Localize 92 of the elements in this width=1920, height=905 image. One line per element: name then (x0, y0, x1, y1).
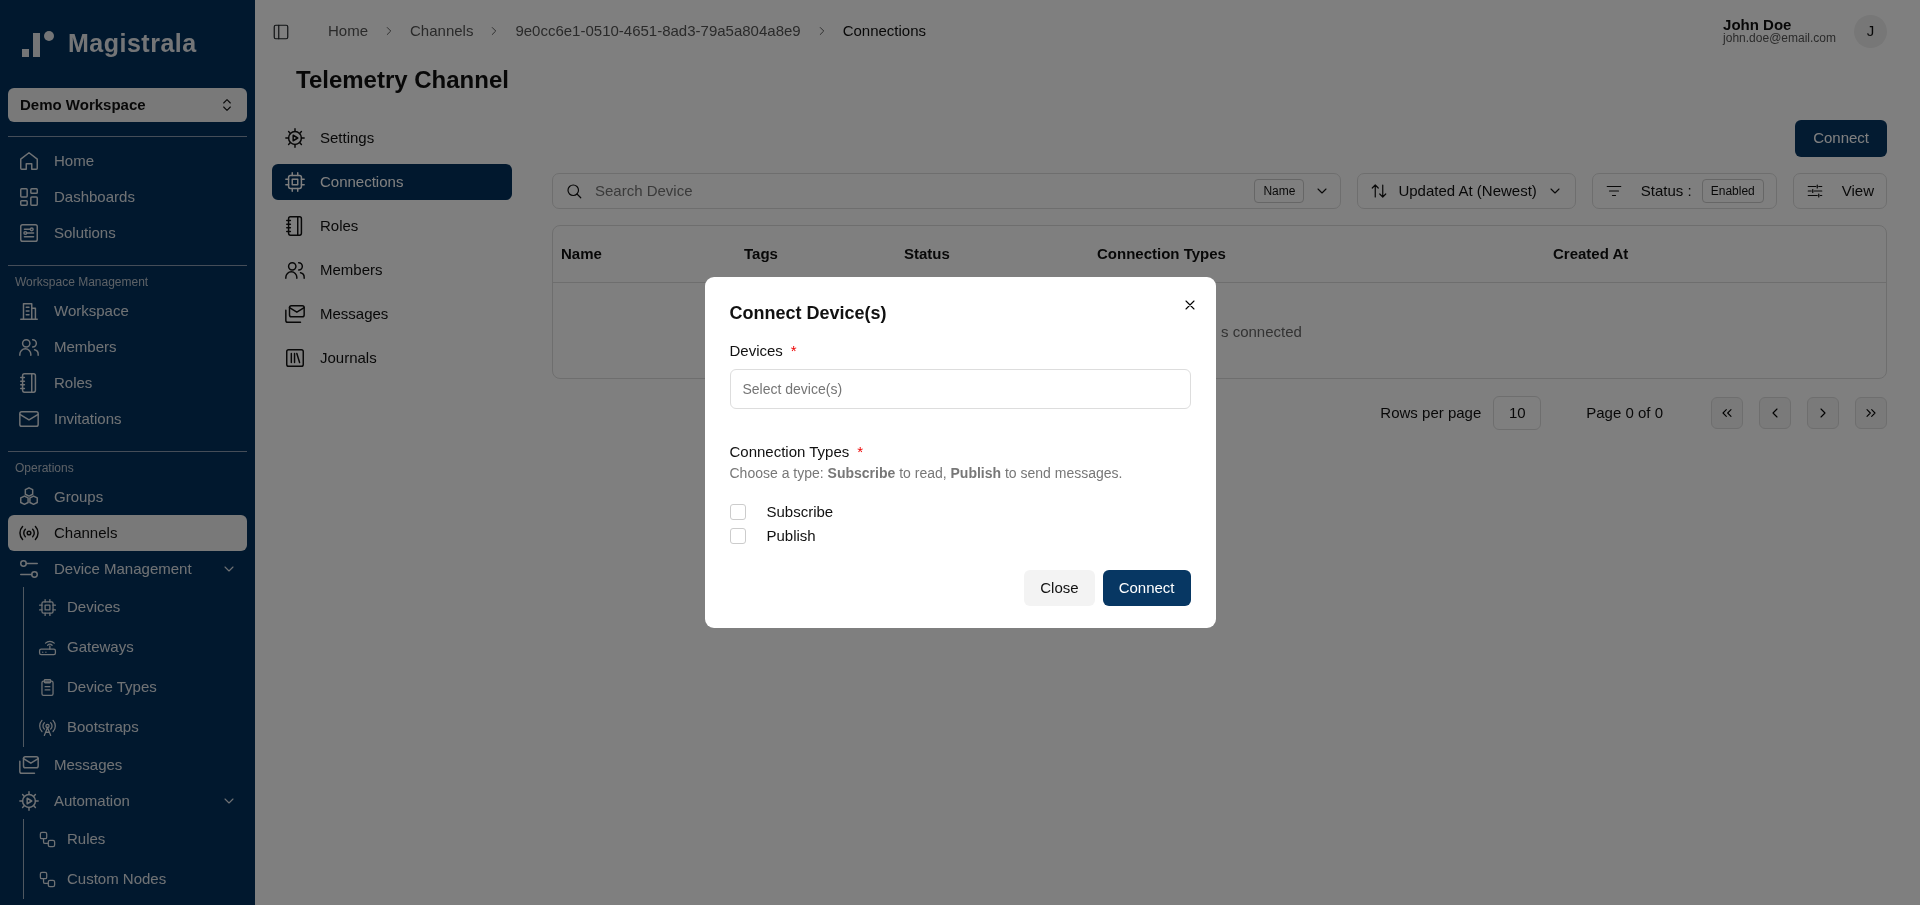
nav-tab[interactable]: Roles (272, 208, 512, 244)
pagination-button[interactable] (1711, 397, 1743, 429)
users-icon (18, 336, 40, 358)
rows-label: Rows per page (1380, 402, 1482, 423)
chip-icon (38, 597, 57, 617)
column-header: Created At (1552, 243, 1630, 264)
connect-button[interactable]: Connect (1102, 570, 1191, 607)
nav-tab[interactable]: Messages (272, 296, 512, 332)
sidebar-subitem[interactable]: Device Types (28, 667, 247, 707)
dialog-title: Connect Device(s) (729, 302, 888, 325)
column-header: Tags (743, 243, 779, 264)
building-icon (18, 300, 40, 322)
user-email: john.doe@email.com (1723, 31, 1836, 46)
sidebar-item[interactable]: Dashboards (8, 179, 247, 215)
sidebar-item[interactable]: Automation (8, 783, 247, 819)
sidebar-item[interactable]: Messages (8, 747, 247, 783)
sidebar-item[interactable]: Roles (8, 365, 247, 401)
page-title: Telemetry Channel (296, 65, 510, 95)
sidebar-item[interactable]: Home (8, 143, 247, 179)
required-mark: * (857, 441, 864, 462)
field-label: Devices (729, 341, 783, 362)
sidebar-item[interactable]: Workspace (8, 293, 247, 329)
section-heading: Workspace Management (14, 274, 150, 291)
sidebar-item[interactable]: Device Management (8, 551, 247, 587)
required-mark: * (790, 341, 797, 362)
antenna-icon (38, 717, 57, 737)
nodes-icon (38, 829, 57, 849)
chip-icon (284, 171, 306, 193)
books-icon (284, 347, 306, 369)
gear-icon (284, 127, 306, 149)
users-icon (284, 259, 306, 281)
nav-tab[interactable]: Settings (272, 120, 512, 156)
sidebar-item[interactable]: Groups (8, 479, 247, 515)
nav-tab[interactable]: Members (272, 252, 512, 288)
user-avatar[interactable]: J (1854, 14, 1887, 48)
column-header: Name (560, 243, 603, 264)
pagination-button[interactable] (1807, 397, 1839, 429)
checkbox[interactable] (729, 504, 746, 521)
cubes-icon (18, 486, 40, 508)
sidebar-item[interactable]: Invitations (8, 401, 247, 437)
sidebar-subitem[interactable]: Gateways (28, 627, 247, 667)
status-filter-button[interactable]: Status : Enabled (1591, 173, 1777, 209)
sidebar-subitem[interactable]: Bootstraps (28, 707, 247, 747)
nav-tab[interactable]: Journals (272, 340, 512, 376)
empty-message: s connected (1221, 322, 1302, 342)
gear-icon (18, 790, 40, 812)
search-field-chip[interactable]: Name (1254, 179, 1305, 203)
breadcrumb-link[interactable]: Home (328, 19, 368, 43)
home-icon (18, 150, 40, 172)
field-label: Connection Types (729, 441, 850, 462)
sidebar-item[interactable]: Solutions (8, 215, 247, 251)
mail-stack-icon (284, 303, 306, 325)
breadcrumb-link[interactable]: 9e0cc6e1-0510-4651-8ad3-79a5a804a8e9 (515, 19, 801, 43)
rows-per-page-select[interactable]: 10 (1493, 396, 1542, 430)
page-indicator: Page 0 of 0 (1586, 402, 1663, 423)
nav-tab[interactable]: Connections (272, 164, 512, 200)
pagination-button[interactable] (1855, 397, 1887, 429)
sort-icon (1370, 182, 1389, 200)
sidebar-item[interactable]: Channels (8, 515, 247, 551)
nodes-icon (38, 869, 57, 889)
clipboard-icon (38, 677, 57, 697)
sort-button[interactable]: Updated At (Newest) (1357, 173, 1576, 209)
column-header: Status (903, 243, 951, 264)
sliders-icon (18, 222, 40, 244)
device-select[interactable]: Select device(s) (729, 368, 1191, 409)
view-button[interactable]: View (1792, 173, 1887, 209)
dashboard-icon (18, 186, 40, 208)
logo-icon (22, 31, 56, 57)
section-heading: Operations (14, 460, 75, 477)
field-hint: Choose a type: Subscribe to read, Publish to send messages. (729, 464, 1124, 484)
checkbox-label: Subscribe (766, 502, 834, 523)
logo-text: Magistrala (68, 28, 197, 60)
envelope-icon (18, 408, 40, 430)
sidebar-subitem[interactable]: Devices (28, 587, 247, 627)
breadcrumb-link[interactable]: Channels (410, 19, 474, 43)
search-icon (565, 182, 583, 200)
column-header: Connection Types (1096, 243, 1227, 264)
checkbox-label: Publish (766, 526, 816, 547)
workspace-selector[interactable]: Demo Workspace (8, 88, 247, 122)
sidebar-item[interactable]: Members (8, 329, 247, 365)
status-chip: Enabled (1701, 179, 1764, 203)
pagination-button[interactable] (1759, 397, 1791, 429)
sidebar-subitem[interactable]: Custom Nodes (28, 859, 247, 899)
sidebar-subitem[interactable]: Rules (28, 819, 247, 859)
connect-button[interactable]: Connect (1795, 120, 1887, 157)
checkbox[interactable] (729, 528, 746, 545)
search-field[interactable]: Search Device Name (552, 173, 1342, 209)
mail-stack-icon (18, 754, 40, 776)
sliders-icon (1805, 182, 1824, 200)
user-name: John Doe (1723, 16, 1793, 32)
toggle-icon (18, 558, 40, 580)
close-button[interactable]: Close (1024, 570, 1095, 607)
